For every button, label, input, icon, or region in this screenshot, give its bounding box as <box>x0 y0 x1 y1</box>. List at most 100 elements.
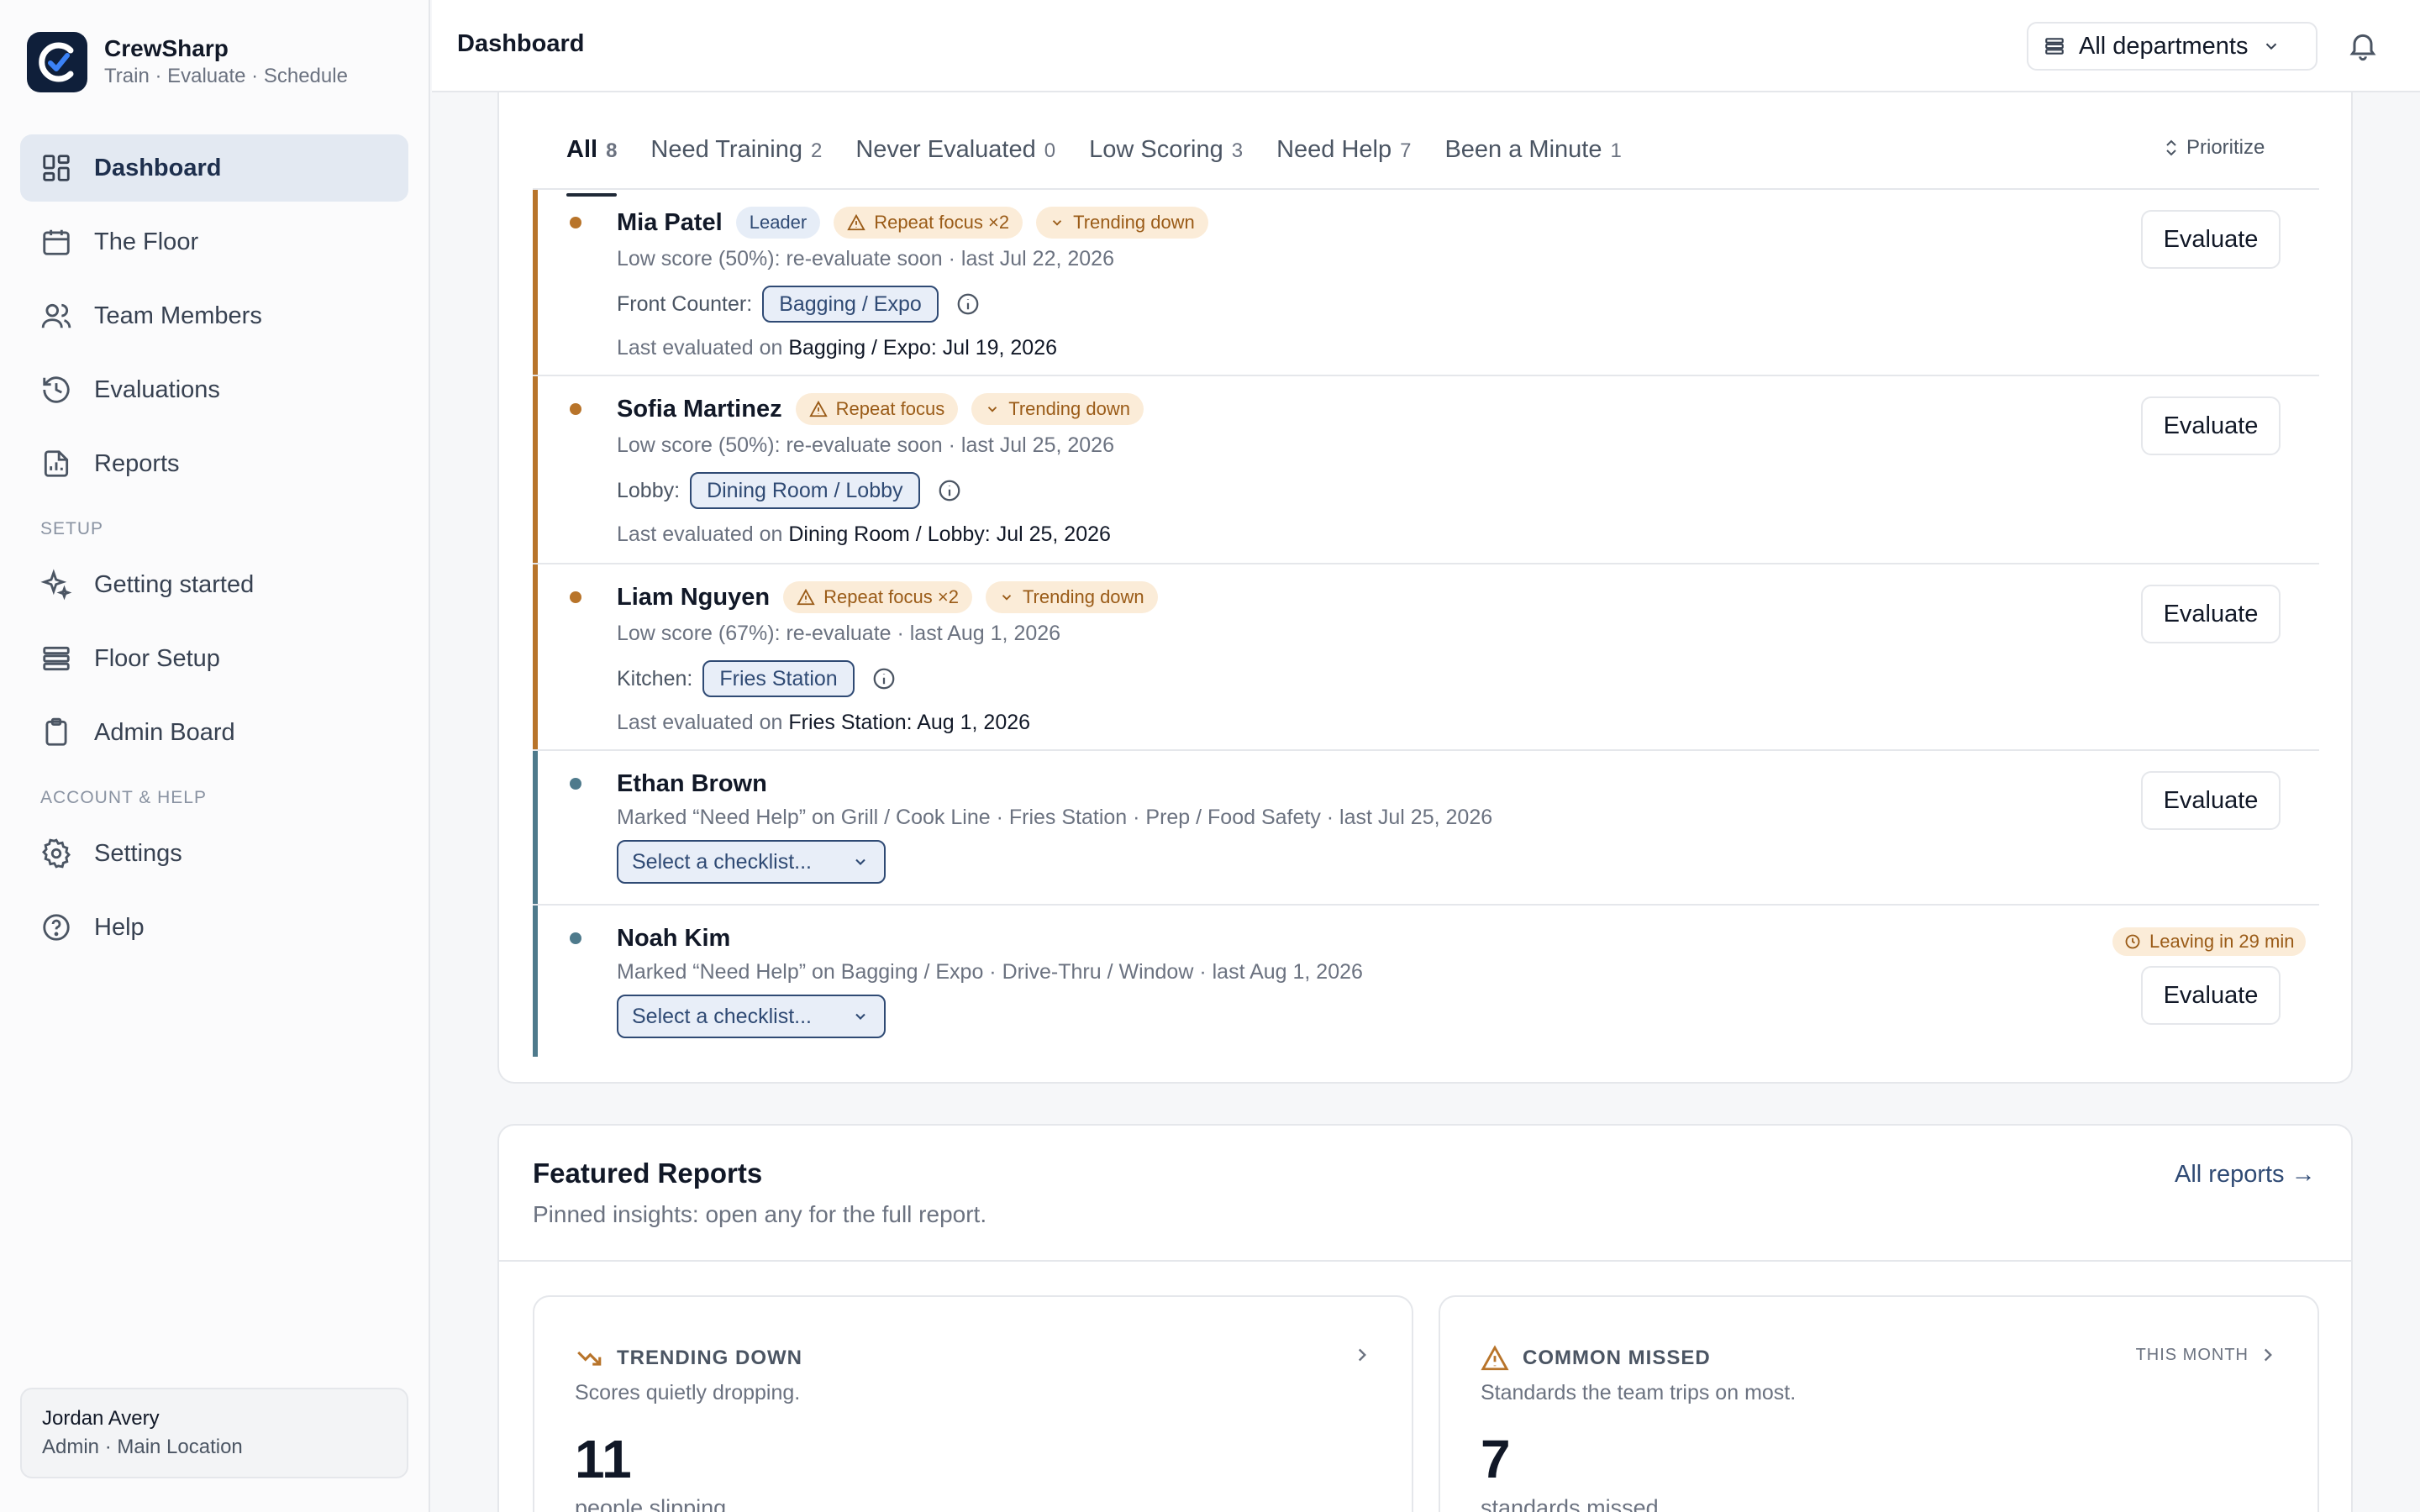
users-icon <box>41 303 71 328</box>
evaluate-button[interactable]: Evaluate <box>2141 585 2281 643</box>
member-status-text: Low score (50%): re-evaluate soon · last… <box>617 433 1114 457</box>
member-name[interactable]: Noah Kim <box>617 925 730 953</box>
user-role: Admin · Main Location <box>42 1436 243 1458</box>
member-row-mia-patel: Mia Patel Leader Repeat focus ×2 Trendin… <box>533 190 2319 376</box>
info-icon[interactable] <box>955 291 981 317</box>
evaluate-button[interactable]: Evaluate <box>2141 771 2281 830</box>
row-accent-bar <box>533 190 538 375</box>
brand-name: CrewSharp <box>104 35 229 61</box>
sidebar-item-label: Reports <box>94 449 180 477</box>
user-name: Jordan Avery <box>42 1407 160 1430</box>
report-card-period: THIS MONTH <box>2135 1346 2249 1364</box>
member-name[interactable]: Ethan Brown <box>617 770 767 798</box>
sidebar-item-label: Help <box>94 913 145 941</box>
checklist-select[interactable]: Select a checklist... <box>617 840 886 884</box>
sidebar-item-label: Team Members <box>94 302 262 329</box>
sidebar-item-help[interactable]: Help <box>20 894 408 961</box>
station-chip[interactable]: Fries Station <box>702 660 855 697</box>
station-chip[interactable]: Bagging / Expo <box>762 286 939 323</box>
chevron-down-icon <box>988 407 997 412</box>
sidebar-item-admin-board[interactable]: Admin Board <box>20 699 408 766</box>
status-dot <box>570 403 581 415</box>
report-card-number: 11 <box>575 1429 632 1489</box>
member-status-text: Marked “Need Help” on Bagging / Expo · D… <box>617 960 1363 984</box>
info-icon[interactable] <box>871 666 897 691</box>
clock-icon <box>2125 934 2140 949</box>
department-select-value: All departments <box>2079 32 2249 60</box>
chevron-down-icon <box>855 1013 865 1020</box>
member-status-text: Marked “Need Help” on Grill / Cook Line … <box>617 806 1493 829</box>
sidebar-item-label: Floor Setup <box>94 644 220 672</box>
brand[interactable]: CrewSharp Train · Evaluate · Schedule <box>27 32 348 92</box>
warning-icon <box>808 400 828 417</box>
sidebar-item-settings[interactable]: Settings <box>20 820 408 887</box>
user-card[interactable]: Jordan Avery Admin · Main Location <box>20 1388 408 1478</box>
row-accent-bar <box>533 376 538 563</box>
report-card-trending-down[interactable]: TRENDING DOWN Scores quietly dropping. 1… <box>533 1295 1413 1512</box>
sidebar-item-getting-started[interactable]: Getting started <box>20 551 408 618</box>
member-name[interactable]: Mia Patel <box>617 209 723 237</box>
sidebar-item-label: The Floor <box>94 228 199 255</box>
evaluate-button[interactable]: Evaluate <box>2141 210 2281 269</box>
clipboard-icon <box>45 717 67 746</box>
layers-icon <box>43 646 70 671</box>
area-label: Front Counter: <box>617 291 753 316</box>
checklist-select[interactable]: Select a checklist... <box>617 995 886 1038</box>
sidebar-item-evaluations[interactable]: Evaluations <box>20 356 408 423</box>
member-name[interactable]: Sofia Martinez <box>617 396 782 423</box>
layers-icon <box>2045 38 2064 55</box>
history-icon <box>43 376 70 403</box>
warning-icon <box>797 588 815 606</box>
sidebar-item-dashboard[interactable]: Dashboard <box>20 134 408 202</box>
chevron-down-icon <box>2265 43 2276 50</box>
report-card-common-missed[interactable]: COMMON MISSED THIS MONTH Standards the t… <box>1439 1295 2319 1512</box>
repeat-focus-badge: Repeat focus ×2 <box>834 207 1023 239</box>
area-label: Lobby: <box>617 478 681 502</box>
chevron-right-icon <box>1358 1348 1366 1362</box>
sort-icon <box>2166 139 2176 156</box>
row-accent-bar <box>533 564 538 749</box>
department-select[interactable]: All departments <box>2027 22 2317 71</box>
attention-panel: All 8 Need Training 2 Never Evaluated 0 Low… <box>497 92 2353 1084</box>
warning-icon <box>1481 1345 1509 1371</box>
nav-section-setup: SETUP <box>40 519 104 538</box>
station-chip[interactable]: Dining Room / Lobby <box>690 472 920 509</box>
evaluate-button[interactable]: Evaluate <box>2141 966 2281 1025</box>
report-card-unit: standards missed <box>1481 1495 1659 1512</box>
all-reports-link[interactable]: All reports → <box>2175 1161 2316 1189</box>
sidebar-item-reports[interactable]: Reports <box>20 430 408 497</box>
member-row-ethan-brown: Ethan Brown Marked “Need Help” on Grill … <box>533 751 2319 906</box>
sidebar-item-floor-setup[interactable]: Floor Setup <box>20 625 408 692</box>
sidebar-nav: Dashboard The Floor Team Members Evaluat… <box>20 134 408 968</box>
sidebar-item-label: Getting started <box>94 570 255 598</box>
member-row-sofia-martinez: Sofia Martinez Repeat focus Trending dow… <box>533 376 2319 564</box>
last-evaluated: Last evaluated on Fries Station: Aug 1, … <box>617 711 1031 734</box>
sparkles-icon <box>40 569 72 601</box>
trending-down-badge: Trending down <box>971 393 1144 425</box>
member-row-noah-kim: Noah Kim Marked “Need Help” on Bagging /… <box>533 906 2319 1057</box>
sidebar-item-team-members[interactable]: Team Members <box>20 282 408 349</box>
repeat-focus-badge: Repeat focus ×2 <box>783 581 972 613</box>
bell-icon[interactable] <box>2346 29 2380 66</box>
report-card-desc: Standards the team trips on most. <box>1481 1381 1797 1404</box>
leaving-soon-badge: Leaving in 29 min <box>2112 927 2307 956</box>
member-status-text: Low score (67%): re-evaluate · last Aug … <box>617 622 1061 645</box>
brand-tagline: Train · Evaluate · Schedule <box>104 65 348 87</box>
member-row-liam-nguyen: Liam Nguyen Repeat focus ×2 Trending dow… <box>533 564 2319 751</box>
chevron-down-icon <box>1052 220 1062 226</box>
trending-down-icon <box>577 1351 602 1366</box>
report-card-title: COMMON MISSED <box>1523 1347 1711 1369</box>
sidebar-item-the-floor[interactable]: The Floor <box>20 208 408 276</box>
evaluate-button[interactable]: Evaluate <box>2141 396 2281 455</box>
row-accent-bar <box>533 906 538 1057</box>
crewsharp-logo-icon <box>27 32 87 92</box>
row-accent-bar <box>533 751 538 904</box>
reports-subtitle: Pinned insights: open any for the full r… <box>533 1201 987 1227</box>
prioritize-button[interactable]: Prioritize <box>2163 136 2265 160</box>
status-dot <box>570 217 581 228</box>
reports-title: Featured Reports <box>533 1158 763 1189</box>
area-label: Kitchen: <box>617 666 693 690</box>
info-icon[interactable] <box>937 478 962 503</box>
member-name[interactable]: Liam Nguyen <box>617 584 770 612</box>
warning-icon <box>847 213 865 231</box>
